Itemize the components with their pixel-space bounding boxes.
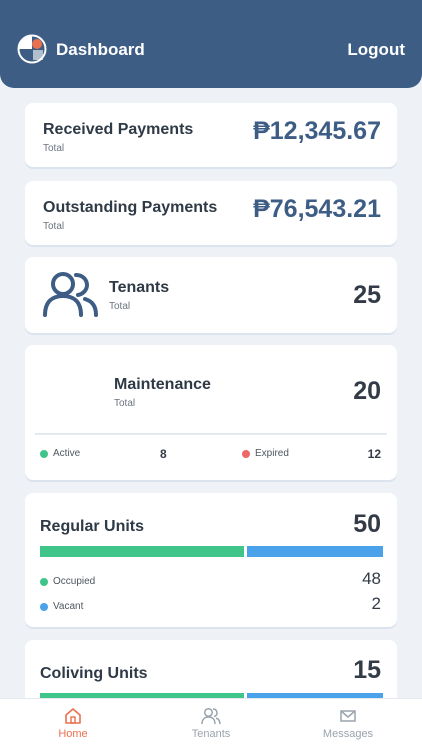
active-label: Active: [53, 448, 81, 459]
regular-units-card[interactable]: Regular Units 50 Occupied 48 Vacant 2: [25, 493, 397, 627]
tenants-count: 25: [353, 281, 381, 309]
received-payments-title: Received Payments: [43, 121, 194, 138]
maintenance-count: 20: [353, 377, 381, 405]
maintenance-title: Maintenance: [114, 376, 211, 393]
page-title: Dashboard: [56, 40, 145, 59]
received-payments-amount: ₱12,345.67: [253, 117, 381, 145]
tenants-subtitle: Total: [109, 301, 131, 312]
vacant-bar: [247, 546, 383, 557]
coliving-units-count: 15: [353, 656, 381, 684]
received-payments-subtitle: Total: [43, 143, 65, 154]
divider: [35, 433, 387, 435]
app-header: Dashboard Logout: [0, 0, 422, 88]
regular-units-count: 50: [353, 510, 381, 538]
tab-messages-label: Messages: [322, 728, 374, 740]
outstanding-payments-amount: ₱76,543.21: [253, 195, 381, 223]
coliving-units-title: Coliving Units: [40, 665, 148, 682]
logout-button[interactable]: Logout: [347, 40, 405, 60]
tab-home[interactable]: Home: [3, 699, 143, 750]
expired-count: 12: [367, 447, 381, 461]
active-dot: [40, 450, 48, 458]
received-payments-card[interactable]: Received Payments Total ₱12,345.67: [25, 103, 397, 167]
dashboard-logo-icon: [17, 34, 47, 64]
users-icon: [43, 272, 98, 317]
users-icon: [201, 707, 221, 725]
occupied-label: Occupied: [53, 576, 96, 587]
vacant-label: Vacant: [53, 601, 84, 612]
tab-tenants-label: Tenants: [191, 728, 231, 740]
occupied-count: 48: [362, 569, 381, 588]
expired-dot: [242, 450, 250, 458]
tab-tenants[interactable]: Tenants: [141, 699, 281, 750]
tab-home-label: Home: [58, 728, 88, 740]
bottom-tab-bar: Home Tenants Messages: [0, 698, 422, 750]
tab-messages[interactable]: Messages: [278, 699, 418, 750]
expired-label: Expired: [255, 448, 289, 459]
tenants-title: Tenants: [109, 279, 170, 296]
regular-units-title: Regular Units: [40, 518, 145, 535]
outstanding-payments-subtitle: Total: [43, 221, 65, 232]
occupied-bar: [40, 546, 244, 557]
maintenance-subtitle: Total: [114, 398, 136, 409]
occupied-dot: [40, 578, 48, 586]
home-icon: [65, 708, 81, 724]
outstanding-payments-title: Outstanding Payments: [43, 199, 218, 216]
maintenance-card[interactable]: Maintenance Total 20 Active 8 Expired 12: [25, 345, 397, 480]
active-count: 8: [160, 447, 167, 461]
mail-icon: [340, 710, 356, 722]
vacant-count: 2: [371, 594, 381, 613]
tenants-card[interactable]: Tenants Total 25: [25, 257, 397, 333]
vacant-dot: [40, 603, 48, 611]
outstanding-payments-card[interactable]: Outstanding Payments Total ₱76,543.21: [25, 181, 397, 245]
